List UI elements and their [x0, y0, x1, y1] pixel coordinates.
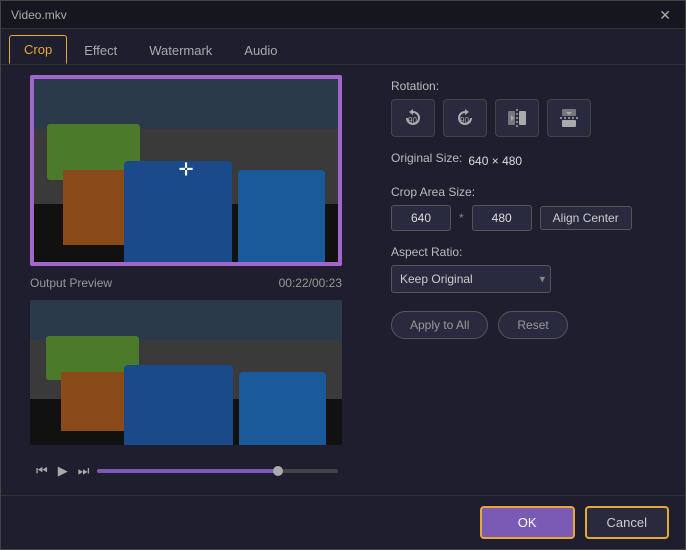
output-preview-label: Output Preview [30, 276, 112, 290]
original-size-value: 640 × 480 [468, 154, 522, 168]
crop-separator: * [459, 211, 464, 225]
aspect-ratio-section: Aspect Ratio: Keep Original 16:9 4:3 1:1 [391, 245, 665, 293]
title-bar: Video.mkv ✕ [1, 1, 685, 29]
bottom-bar: OK Cancel [1, 495, 685, 549]
progress-track[interactable] [97, 469, 338, 473]
main-content: ✛ Output Preview 00:22/00:23 [1, 65, 685, 495]
bottom-barrel-right [239, 372, 326, 445]
aspect-ratio-wrapper: Keep Original 16:9 4:3 1:1 [391, 265, 551, 293]
rotate-left-button[interactable]: 90 [391, 99, 435, 137]
cancel-button[interactable]: Cancel [585, 506, 669, 539]
rotation-label: Rotation: [391, 79, 665, 93]
play-button[interactable]: ▶ [56, 461, 70, 481]
flip-vertical-button[interactable] [547, 99, 591, 137]
crop-width-input[interactable] [391, 205, 451, 231]
output-time: 00:22/00:23 [279, 276, 342, 290]
close-button[interactable]: ✕ [655, 6, 675, 24]
rotate-right-button[interactable]: 90 [443, 99, 487, 137]
tab-watermark[interactable]: Watermark [134, 36, 227, 64]
svg-text:90: 90 [408, 116, 417, 125]
window-title: Video.mkv [11, 8, 67, 22]
original-size-row: Original Size: 640 × 480 [391, 151, 665, 171]
crop-area-label: Crop Area Size: [391, 185, 665, 199]
top-preview: ✛ [30, 75, 342, 266]
main-window: Video.mkv ✕ Crop Effect Watermark Audio [0, 0, 686, 550]
tab-audio[interactable]: Audio [229, 36, 292, 64]
rotation-buttons: 90 90 [391, 99, 665, 137]
right-panel: Rotation: 90 90 [371, 65, 685, 495]
bottom-preview [30, 300, 342, 445]
tab-effect[interactable]: Effect [69, 36, 132, 64]
flip-horizontal-button[interactable] [495, 99, 539, 137]
crop-height-input[interactable] [472, 205, 532, 231]
left-panel: ✛ Output Preview 00:22/00:23 [1, 65, 371, 495]
bottom-barrel-left [124, 365, 233, 445]
tab-crop[interactable]: Crop [9, 35, 67, 64]
original-size-label: Original Size: [391, 151, 462, 165]
aspect-ratio-label: Aspect Ratio: [391, 245, 665, 259]
align-center-button[interactable]: Align Center [540, 206, 632, 230]
progress-thumb [273, 466, 283, 476]
apply-all-button[interactable]: Apply to All [391, 311, 488, 339]
video-preview-bottom [30, 300, 342, 445]
reset-button[interactable]: Reset [498, 311, 567, 339]
output-label-row: Output Preview 00:22/00:23 [30, 274, 342, 292]
video-barrel-right [238, 170, 324, 263]
rotation-section: Rotation: 90 90 [391, 79, 665, 137]
tab-bar: Crop Effect Watermark Audio [1, 29, 685, 65]
aspect-ratio-select[interactable]: Keep Original 16:9 4:3 1:1 [391, 265, 551, 293]
action-buttons: Apply to All Reset [391, 311, 665, 339]
svg-text:90: 90 [460, 116, 469, 125]
playback-bar: ⏮ ▶ ⏭ [30, 453, 342, 485]
crop-area-row: * Align Center [391, 205, 665, 231]
ok-button[interactable]: OK [480, 506, 575, 539]
crosshair-icon: ✛ [178, 160, 193, 181]
progress-fill [97, 469, 277, 473]
prev-button[interactable]: ⏮ [34, 461, 50, 481]
crop-area-section: Crop Area Size: * Align Center [391, 185, 665, 231]
next-button[interactable]: ⏭ [76, 461, 92, 481]
